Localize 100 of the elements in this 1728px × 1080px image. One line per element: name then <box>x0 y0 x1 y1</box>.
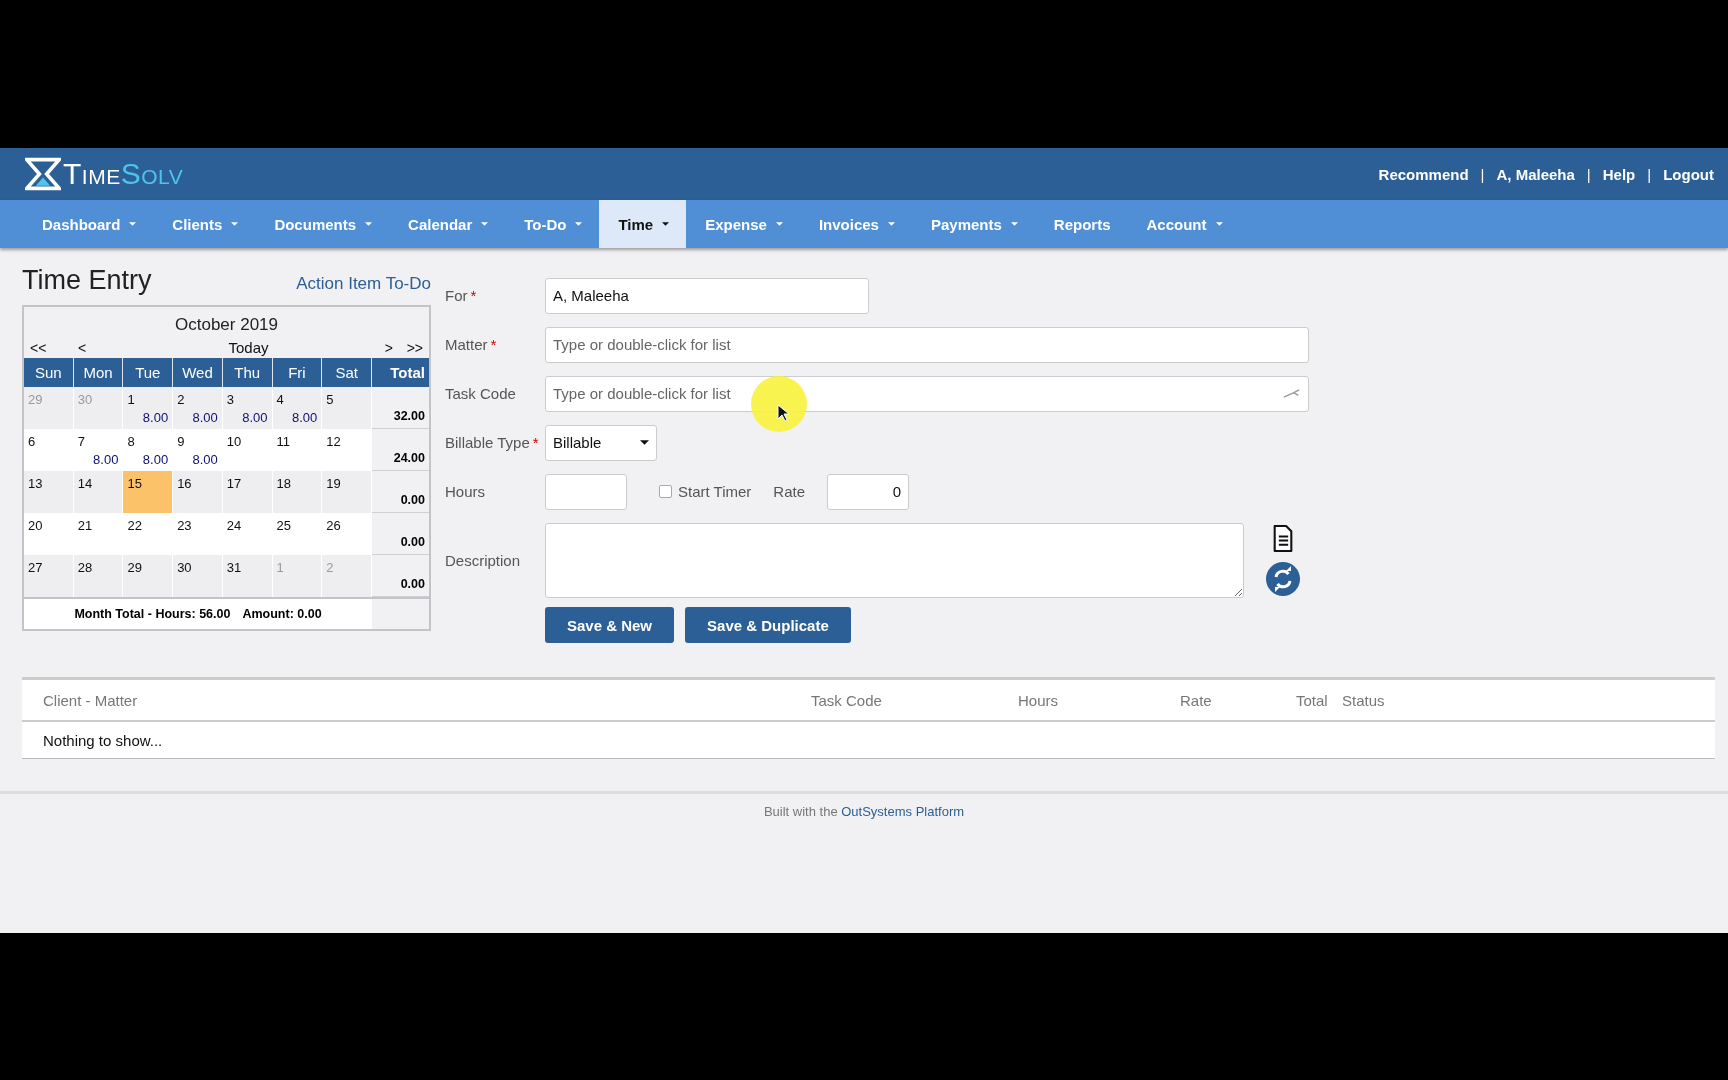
column-header: Client - Matter <box>43 691 138 709</box>
column-header: Total <box>1296 691 1328 709</box>
day-cell[interactable]: 1 8.00 <box>123 387 174 429</box>
day-hours: 8.00 <box>192 410 218 425</box>
day-number: 21 <box>77 518 93 533</box>
footer-text: Built with the OutSystems Platform <box>763 804 965 819</box>
day-cell[interactable]: 14 <box>73 471 124 513</box>
day-cell[interactable]: 7 8.00 <box>73 429 124 471</box>
weekday-header: Fri <box>272 358 323 387</box>
day-number: 1 <box>127 392 135 407</box>
day-number: 27 <box>28 560 43 575</box>
refresh-icon[interactable] <box>1266 561 1300 596</box>
save-button[interactable]: Save & Duplicate <box>685 607 851 643</box>
day-cell[interactable]: 16 <box>173 471 223 513</box>
day-number: 16 <box>177 476 192 491</box>
task-code-field[interactable]: Type or double-click for list <box>545 375 1309 412</box>
for-field[interactable]: A, Maleeha <box>545 277 869 314</box>
day-number: 30 <box>77 392 93 407</box>
day-number: 6 <box>28 434 36 449</box>
day-hours: 8.00 <box>93 452 119 467</box>
day-number: 25 <box>276 518 292 533</box>
day-cell[interactable]: 20 <box>24 513 74 555</box>
next-year-link[interactable]: >> <box>393 339 423 356</box>
day-cell[interactable]: 18 <box>272 471 323 513</box>
nav-tab[interactable]: Time <box>599 200 687 248</box>
day-cell[interactable]: 9 8.00 <box>173 429 223 471</box>
day-cell[interactable]: 4 8.00 <box>272 387 323 429</box>
day-cell[interactable]: 6 <box>24 429 74 471</box>
day-hours: 8.00 <box>291 410 318 425</box>
day-hours: 8.00 <box>242 410 268 425</box>
day-cell[interactable]: 11 <box>272 429 323 471</box>
hours-field[interactable] <box>545 473 627 510</box>
start-timer-checkbox[interactable] <box>659 485 672 498</box>
header-link[interactable]: Recommend <box>1378 165 1469 183</box>
day-cell[interactable]: 19 <box>322 471 372 513</box>
rate-field[interactable]: 0 <box>827 473 910 510</box>
weekday-header: Mon <box>73 358 124 387</box>
day-number: 7 <box>77 434 85 449</box>
day-cell[interactable]: 12 <box>322 429 372 471</box>
separator: | <box>1480 165 1485 183</box>
today-link[interactable]: Today <box>126 339 363 356</box>
day-cell[interactable]: 10 <box>222 429 273 471</box>
weekday-header: Thu <box>222 358 273 387</box>
billable-type-select[interactable]: Billable <box>545 424 657 461</box>
day-cell[interactable]: 29 <box>123 555 174 597</box>
logo-text: TimeSolv <box>63 157 184 191</box>
footer-link[interactable]: OutSystems Platform <box>841 804 965 819</box>
day-cell[interactable]: 28 <box>73 555 124 597</box>
header-link[interactable]: Logout <box>1663 165 1714 183</box>
day-number: 31 <box>226 560 242 575</box>
day-number: 5 <box>326 392 334 407</box>
day-number: 24 <box>226 518 242 533</box>
day-cell[interactable]: 30 <box>173 555 223 597</box>
day-cell[interactable]: 17 <box>222 471 273 513</box>
weekday-header: Tue <box>123 358 174 387</box>
matter-field[interactable]: Type or double-click for list <box>545 326 1309 363</box>
day-number: 8 <box>127 434 135 449</box>
action-link[interactable]: Action Item To-Do <box>296 274 431 294</box>
day-number: 22 <box>127 518 142 533</box>
day-number: 3 <box>226 392 235 407</box>
day-cell[interactable]: 31 <box>222 555 273 597</box>
save-button[interactable]: Save & New <box>545 607 675 643</box>
day-cell[interactable]: 3 8.00 <box>222 387 273 429</box>
day-number: 29 <box>28 392 43 407</box>
field-label: Hours <box>445 483 486 500</box>
mouse-pointer-icon <box>777 404 789 422</box>
header-link[interactable]: A, Maleeha <box>1496 165 1575 183</box>
field-label: Billable Type * <box>445 434 540 451</box>
column-header: Task Code <box>811 691 882 709</box>
day-number: 30 <box>177 560 192 575</box>
day-number: 17 <box>226 476 242 491</box>
day-cell[interactable]: 22 <box>123 513 174 555</box>
day-cell[interactable]: 8 8.00 <box>123 429 174 471</box>
next-month-link[interactable]: > <box>363 339 393 356</box>
description-field[interactable] <box>545 522 1244 598</box>
caret-icon <box>640 440 649 445</box>
field-label: Matter * <box>445 336 498 353</box>
calendar-month: October 2019 <box>174 314 279 335</box>
document-icon[interactable] <box>1272 524 1294 552</box>
day-number: 4 <box>276 392 284 407</box>
day-cell[interactable]: 24 <box>222 513 273 555</box>
day-number: 26 <box>326 518 341 533</box>
day-cell[interactable]: 2 8.00 <box>173 387 223 429</box>
day-cell[interactable]: 21 <box>73 513 124 555</box>
day-cell[interactable]: 26 <box>322 513 372 555</box>
column-header: Status <box>1342 691 1385 709</box>
field-label: Description <box>445 551 522 569</box>
day-number: 13 <box>28 476 43 491</box>
day-cell[interactable]: 15 <box>123 471 174 513</box>
header-link[interactable]: Help <box>1602 165 1636 183</box>
weekday-header: Sat <box>322 358 372 387</box>
day-cell[interactable]: 23 <box>173 513 223 555</box>
weekday-header: Sun <box>24 358 74 387</box>
day-cell[interactable]: 5 <box>322 387 372 429</box>
prev-year-link[interactable]: << <box>30 339 78 356</box>
day-cell[interactable]: 27 <box>24 555 74 597</box>
field-label: Task Code <box>445 385 517 402</box>
day-cell[interactable]: 25 <box>272 513 323 555</box>
prev-month-link[interactable]: < <box>78 339 126 356</box>
day-cell[interactable]: 13 <box>24 471 74 513</box>
